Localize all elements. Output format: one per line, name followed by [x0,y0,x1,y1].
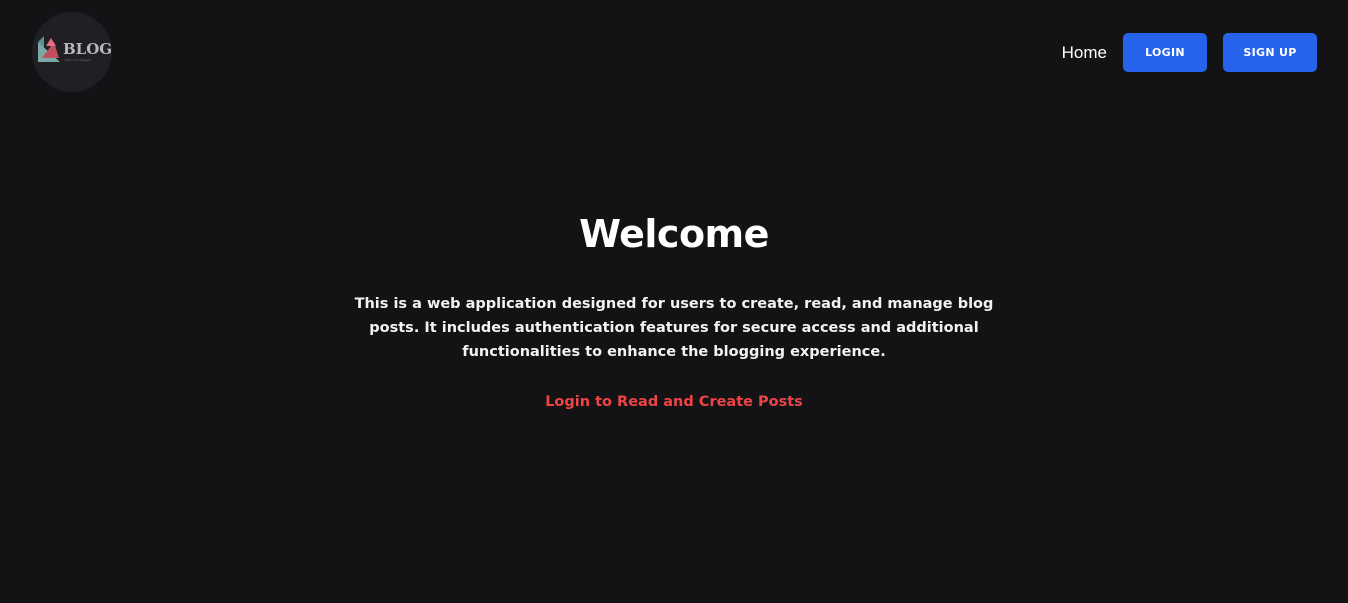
page-title: Welcome [579,212,769,256]
logo-tagline: Build Your Blogging [65,58,92,62]
login-cta-link[interactable]: Login to Read and Create Posts [545,394,803,410]
hero-description: This is a web application designed for u… [354,296,994,360]
hero-section: Welcome This is a web application design… [0,208,1348,410]
site-logo[interactable]: BLOG Build Your Blogging [32,12,112,92]
signup-button[interactable]: SIGN UP [1223,33,1317,72]
logo-wordmark: BLOG [63,40,112,58]
page: BLOG Build Your Blogging Home LOGIN SIGN… [0,0,1348,603]
nav-home-link[interactable]: Home [1062,43,1107,63]
main-nav: Home LOGIN SIGN UP [1062,33,1317,72]
login-button[interactable]: LOGIN [1123,33,1207,72]
site-header: BLOG Build Your Blogging Home LOGIN SIGN… [0,0,1348,104]
